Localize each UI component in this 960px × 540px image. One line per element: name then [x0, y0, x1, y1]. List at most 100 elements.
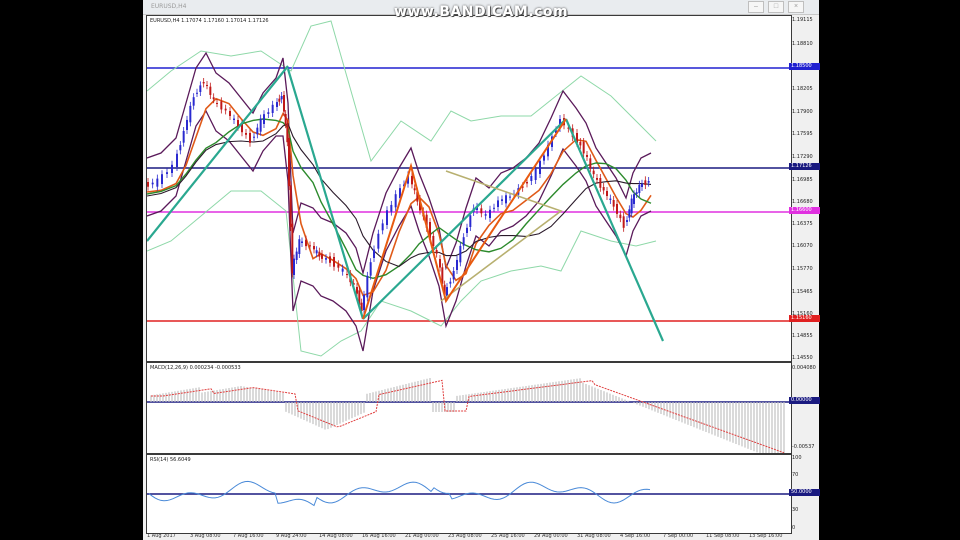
candle-body [271, 104, 274, 113]
price-level-tag: 1.18500 [789, 63, 820, 70]
trendline [564, 118, 665, 342]
minimize-button[interactable]: – [748, 1, 764, 13]
price-axis-label: 1.15465 [792, 289, 813, 295]
candle-body [182, 131, 185, 143]
candle-body [216, 103, 218, 104]
candle-body [151, 182, 154, 185]
trendline [286, 68, 365, 320]
candle-body [599, 178, 602, 188]
candle-body [596, 178, 598, 180]
candle-body [413, 188, 416, 191]
candle-body [602, 187, 605, 191]
time-axis-label: 16 Aug 16:00 [362, 533, 396, 539]
candle-body [301, 241, 303, 243]
price-axis-label: 1.14855 [792, 333, 813, 339]
candle-body [592, 170, 595, 175]
bandicam-watermark: www.BANDICAM.com [394, 4, 569, 20]
candle-body [459, 245, 462, 263]
rsi-axis-label: 70 [792, 472, 799, 478]
macd-panel[interactable]: MACD(12,26,9) 0.000234 -0.000533 [146, 362, 792, 454]
price-axis-label: 1.16985 [792, 177, 813, 183]
candle-body [462, 237, 465, 246]
macd-axis-label: 0.00000 [789, 397, 820, 404]
candle-body [612, 200, 615, 207]
time-axis-label: 9 Aug 24:00 [276, 533, 307, 539]
candle-body [633, 194, 635, 204]
candle-body [635, 192, 638, 194]
candle-body [192, 97, 195, 106]
macd-axis-label: 0.004080 [792, 365, 816, 371]
candle-body [586, 155, 588, 157]
candle-body [199, 85, 202, 92]
candle-body [337, 264, 340, 268]
candle-body [435, 250, 438, 254]
time-axis-label: 23 Aug 08:00 [448, 533, 482, 539]
rsi-axis-label: 30 [792, 507, 799, 513]
chart-window: EURUSD,H4 – □ × EURUSD,H4 1.17074 1.1716… [143, 0, 820, 540]
candle-body [280, 96, 283, 100]
candle-body [196, 92, 198, 94]
candle-body [233, 118, 235, 120]
candle-body [381, 223, 384, 231]
candle-body [295, 251, 298, 260]
time-axis-label: 1 Aug 2017 [147, 533, 176, 539]
candle-body [647, 181, 650, 183]
candle-body [530, 176, 533, 181]
candle-body [582, 142, 585, 154]
maximize-button[interactable]: □ [768, 1, 784, 13]
candle-body [638, 184, 641, 193]
price-axis-label: 1.16070 [792, 243, 813, 249]
price-info: EURUSD,H4 1.17074 1.17160 1.17014 1.1712… [150, 18, 269, 24]
candle-body [313, 246, 315, 250]
price-level-tag: 1.15160 [789, 315, 820, 322]
chart-tab[interactable]: EURUSD,H4 [145, 1, 192, 13]
candle-body [644, 180, 647, 186]
rsi-panel[interactable]: RSI(14) 56.6049 [146, 454, 792, 534]
candle-body [390, 204, 393, 212]
candle-body [147, 182, 149, 187]
macd-info: MACD(12,26,9) 0.000234 -0.000533 [150, 365, 241, 371]
candle-body [289, 185, 292, 228]
candle-body [543, 155, 545, 161]
candle-body [363, 294, 365, 310]
time-axis-label: 7 Aug 16:00 [233, 533, 264, 539]
candle-body [534, 168, 537, 180]
candle-body [394, 194, 397, 208]
candle-body [432, 236, 435, 246]
price-axis-label: 1.19115 [792, 17, 813, 23]
candle-body [630, 198, 633, 214]
candle-body [628, 209, 631, 218]
rsi-info: RSI(14) 56.6049 [150, 457, 191, 463]
candle-body [452, 271, 455, 280]
time-axis-label: 13 Sep 16:00 [749, 533, 783, 539]
candle-body [369, 262, 372, 276]
candle-body [509, 196, 511, 198]
candle-body [501, 199, 503, 201]
candle-body [276, 102, 278, 107]
candle-body [386, 210, 388, 225]
time-axis-label: 21 Aug 00:00 [405, 533, 439, 539]
candle-body [539, 160, 541, 174]
candle-body [589, 158, 592, 169]
candle-body [579, 142, 582, 146]
candle-body [606, 191, 608, 196]
candle-body [622, 216, 625, 228]
candle-body [278, 98, 281, 102]
candle-body [469, 215, 472, 227]
candle-body [189, 105, 192, 123]
candle-body [259, 118, 262, 132]
candle-body [329, 256, 331, 263]
candle-body [288, 138, 290, 187]
candle-body [484, 214, 487, 216]
candle-body [411, 176, 413, 185]
candle-body [171, 164, 173, 173]
price-axis-label: 1.15770 [792, 266, 813, 272]
price-axis-label: 1.18810 [792, 41, 813, 47]
candle-body [333, 257, 335, 267]
candle-body [309, 245, 311, 247]
price-axis-label: 1.14550 [792, 355, 813, 361]
macd-svg [147, 378, 791, 453]
price-chart-panel[interactable]: EURUSD,H4 1.17074 1.17160 1.17014 1.1712… [146, 15, 792, 362]
close-button[interactable]: × [788, 1, 804, 13]
outer-lower-band [147, 190, 657, 357]
